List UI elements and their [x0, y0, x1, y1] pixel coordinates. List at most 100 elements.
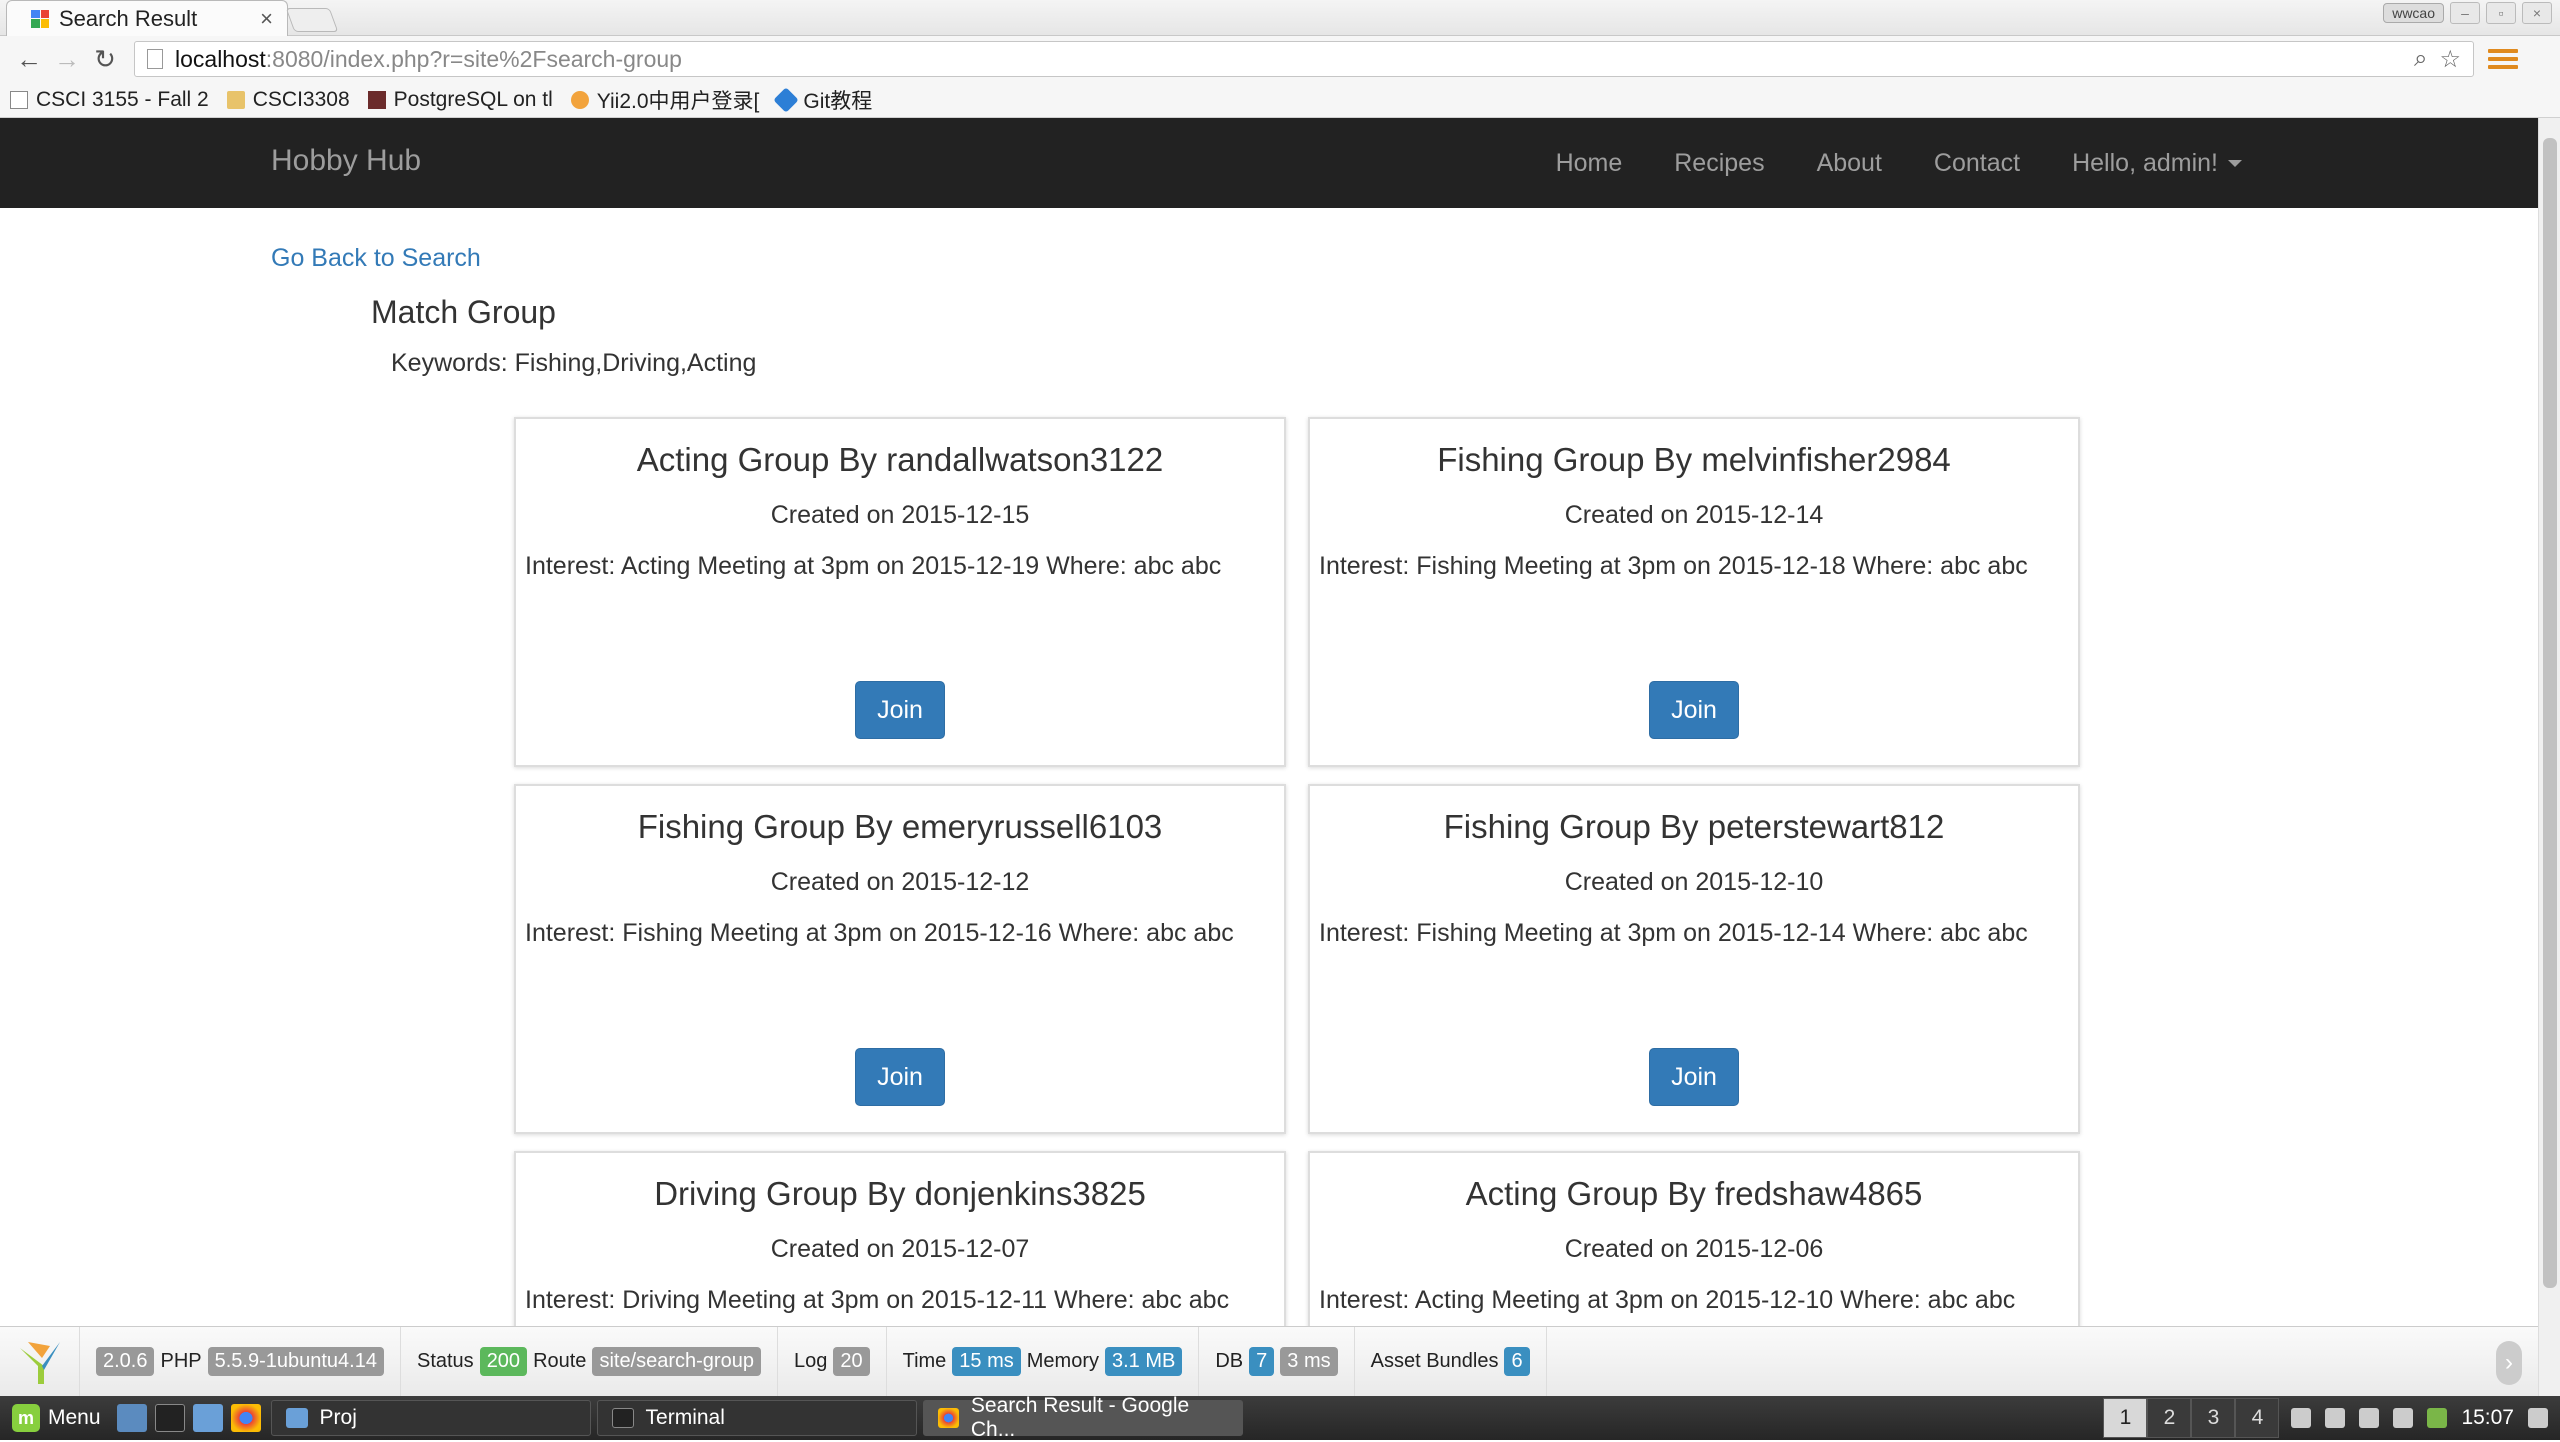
- address-bar[interactable]: localhost:8080/index.php?r=site%2Fsearch…: [134, 41, 2474, 77]
- log-label: Log: [793, 1350, 828, 1372]
- system-tray: 15:07: [2279, 1406, 2560, 1430]
- go-back-link[interactable]: Go Back to Search: [271, 244, 481, 273]
- bookmark-label: Yii2.0中用户登录[: [596, 89, 760, 113]
- network-icon[interactable]: [2325, 1408, 2346, 1428]
- page-icon: [10, 90, 28, 109]
- workspace-2[interactable]: 2: [2147, 1398, 2192, 1438]
- php-label: PHP: [160, 1350, 202, 1372]
- browser-tab-search-result[interactable]: Search Result ×: [6, 0, 288, 36]
- page-title: Match Group: [371, 294, 556, 330]
- group-card: Driving Group By donjenkins3825 Created …: [514, 1151, 1286, 1351]
- update-shield-icon[interactable]: [2427, 1408, 2448, 1428]
- maximize-icon[interactable]: ▫: [2486, 2, 2516, 24]
- group-created-date: Created on 2015-12-12: [770, 868, 1030, 896]
- group-card: Fishing Group By peterstewart812 Created…: [1308, 784, 2080, 1134]
- user-menu-dropdown[interactable]: Hello, admin!: [2046, 149, 2268, 178]
- assets-badge: 6: [1504, 1347, 1530, 1376]
- bookmark-item[interactable]: CSCI 3155 - Fall 2: [10, 88, 209, 112]
- debug-toggle-chevron-icon[interactable]: ›: [2496, 1341, 2522, 1385]
- debug-version-block[interactable]: 2.0.6 PHP 5.5.9-1ubuntu4.14: [80, 1326, 401, 1397]
- files-launcher-icon[interactable]: [192, 1404, 223, 1432]
- notifications-icon[interactable]: [2528, 1408, 2548, 1428]
- window-controls: wwcao – ▫ ×: [2383, 2, 2552, 24]
- db-time-badge: 3 ms: [1280, 1347, 1338, 1376]
- page-icon: [147, 49, 163, 69]
- bookmark-label: CSCI3308: [252, 87, 350, 111]
- join-button[interactable]: Join: [855, 1048, 945, 1106]
- page-scrollbar[interactable]: [2538, 118, 2560, 1396]
- join-button[interactable]: Join: [855, 681, 945, 739]
- group-title: Fishing Group By peterstewart812: [1443, 808, 1945, 845]
- show-desktop-icon[interactable]: [116, 1404, 147, 1432]
- debug-profiling-block[interactable]: Time 15 ms Memory 3.1 MB: [887, 1326, 1200, 1397]
- debug-assets-block[interactable]: Asset Bundles 6: [1355, 1326, 1547, 1397]
- group-interest: Interest: Fishing Meeting at 3pm on 2015…: [1319, 919, 2028, 947]
- join-button[interactable]: Join: [1649, 681, 1739, 739]
- status-badge: 200: [479, 1347, 528, 1376]
- group-interest: Interest: Fishing Meeting at 3pm on 2015…: [525, 919, 1234, 947]
- join-button[interactable]: Join: [1649, 1048, 1739, 1106]
- nav-recipes[interactable]: Recipes: [1648, 149, 1790, 178]
- terminal-launcher-icon[interactable]: [154, 1404, 185, 1432]
- time-badge: 15 ms: [952, 1347, 1021, 1376]
- group-title: Fishing Group By emeryrussell6103: [637, 808, 1163, 845]
- bookmark-item[interactable]: CSCI3308: [226, 87, 350, 112]
- yii-debug-toolbar: 2.0.6 PHP 5.5.9-1ubuntu4.14 Status 200 R…: [0, 1326, 2538, 1397]
- taskbar-window-terminal[interactable]: Terminal: [596, 1400, 917, 1436]
- chrome-launcher-icon[interactable]: [230, 1404, 261, 1432]
- yii-logo-icon[interactable]: [0, 1326, 80, 1397]
- debug-log-block[interactable]: Log 20: [778, 1326, 887, 1397]
- nav-contact[interactable]: Contact: [1908, 149, 2046, 178]
- log-badge: 20: [833, 1347, 870, 1376]
- bookmark-item[interactable]: PostgreSQL on tl: [367, 88, 553, 112]
- scrollbar-thumb[interactable]: [2543, 138, 2557, 1288]
- keywords-text: Keywords: Fishing,Driving,Acting: [391, 349, 757, 377]
- battery-icon[interactable]: [2393, 1408, 2414, 1428]
- nav-home[interactable]: Home: [1530, 149, 1649, 178]
- user-icon[interactable]: [2291, 1408, 2312, 1428]
- nav-links: Home Recipes About Contact Hello, admin!: [1530, 118, 2268, 208]
- chrome-menu-icon[interactable]: [2488, 49, 2518, 69]
- new-tab-button[interactable]: [285, 8, 339, 32]
- debug-request-block[interactable]: Status 200 Route site/search-group: [401, 1326, 778, 1397]
- minimize-icon[interactable]: –: [2450, 2, 2480, 24]
- bookmark-item[interactable]: Git教程: [773, 85, 873, 115]
- chrome-icon: [937, 1408, 959, 1428]
- close-window-icon[interactable]: ×: [2522, 2, 2552, 24]
- reload-icon[interactable]: ↻: [86, 40, 124, 78]
- forward-arrow-icon[interactable]: →: [48, 40, 86, 78]
- desktop-taskbar: m Menu Proj Terminal Search Result - Goo…: [0, 1394, 2560, 1441]
- debug-db-block[interactable]: DB 7 3 ms: [1199, 1326, 1355, 1397]
- folder-icon: [285, 1408, 308, 1428]
- taskbar-window-proj[interactable]: Proj: [270, 1400, 591, 1436]
- bookmark-star-icon[interactable]: ☆: [2439, 45, 2461, 74]
- group-title: Acting Group By fredshaw4865: [1465, 1175, 1923, 1212]
- nav-about[interactable]: About: [1791, 149, 1908, 178]
- site-brand[interactable]: Hobby Hub: [271, 144, 421, 178]
- group-card: Acting Group By randallwatson3122 Create…: [514, 417, 1286, 767]
- memory-label: Memory: [1026, 1350, 1099, 1372]
- workspace-3[interactable]: 3: [2191, 1398, 2236, 1438]
- db-count-badge: 7: [1249, 1347, 1275, 1376]
- postgres-icon: [367, 90, 386, 109]
- route-badge: site/search-group: [592, 1347, 761, 1376]
- profile-badge[interactable]: wwcao: [2383, 3, 2444, 23]
- url-path: :8080/index.php?r=site%2Fsearch-group: [265, 45, 682, 72]
- workspace-4[interactable]: 4: [2235, 1398, 2280, 1438]
- zoom-icon[interactable]: ⌕: [2414, 45, 2427, 74]
- php-version-badge: 5.5.9-1ubuntu4.14: [207, 1347, 384, 1376]
- site-favicon-icon: [31, 9, 49, 28]
- back-arrow-icon[interactable]: ←: [10, 40, 48, 78]
- group-created-date: Created on 2015-12-15: [770, 501, 1030, 529]
- browser-toolbar: ← → ↻ localhost:8080/index.php?r=site%2F…: [0, 36, 2560, 82]
- volume-icon[interactable]: [2359, 1408, 2380, 1428]
- bookmark-label: Git教程: [803, 89, 873, 113]
- clock[interactable]: 15:07: [2461, 1406, 2514, 1430]
- user-menu-label: Hello, admin!: [2072, 148, 2218, 177]
- workspace-1[interactable]: 1: [2103, 1398, 2148, 1438]
- tab-close-icon[interactable]: ×: [260, 6, 273, 32]
- taskbar-window-chrome[interactable]: Search Result - Google Ch...: [922, 1394, 1243, 1441]
- bookmark-item[interactable]: Yii2.0中用户登录[: [570, 85, 760, 115]
- terminal-icon: [611, 1408, 634, 1428]
- start-menu-button[interactable]: m Menu: [0, 1404, 113, 1432]
